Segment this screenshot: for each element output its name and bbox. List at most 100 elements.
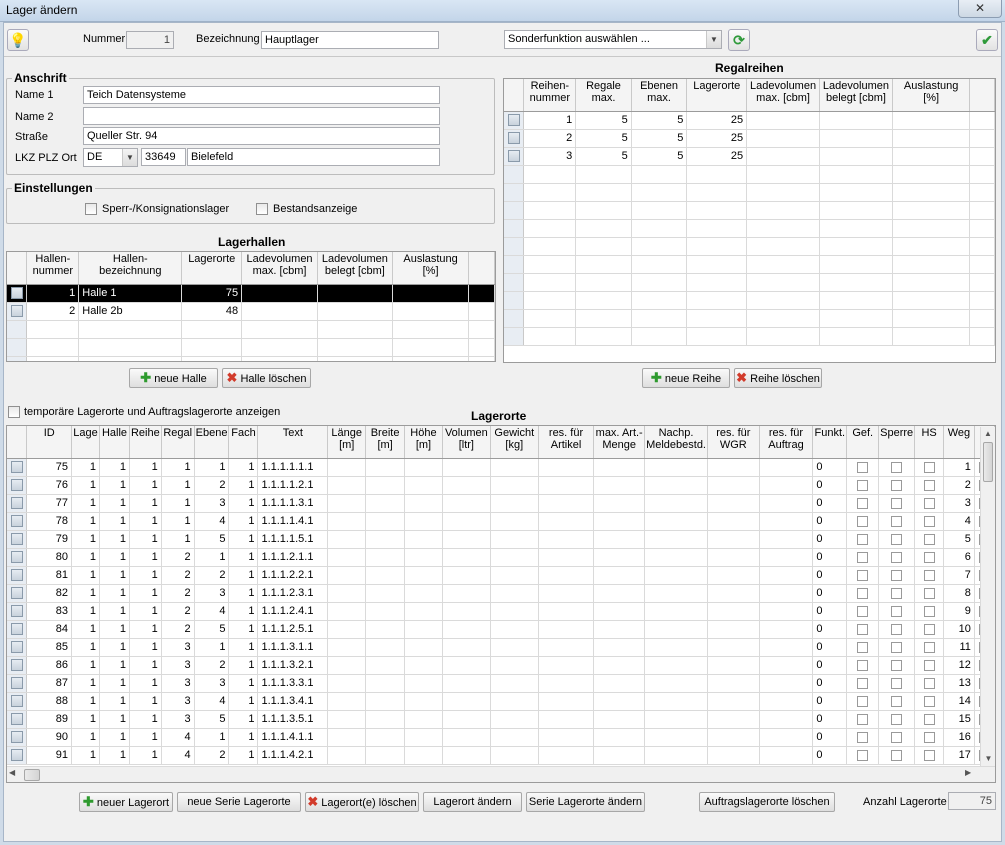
table-cell[interactable]: 5	[575, 129, 632, 148]
table-cell[interactable]: 86	[26, 656, 73, 675]
column-header[interactable]: Lagerorte	[686, 79, 748, 112]
table-cell[interactable]	[490, 602, 539, 621]
table-cell[interactable]	[241, 284, 318, 303]
row-selector[interactable]	[7, 284, 28, 303]
table-cell[interactable]	[686, 273, 748, 292]
table-cell[interactable]: 3	[161, 638, 195, 657]
table-cell[interactable]: 1	[99, 620, 130, 639]
table-cell[interactable]: 1	[194, 728, 230, 747]
table-cell[interactable]	[392, 284, 470, 303]
table-cell[interactable]	[707, 746, 760, 765]
table-cell[interactable]	[404, 458, 443, 477]
table-cell[interactable]	[442, 476, 491, 495]
row-selector[interactable]	[504, 327, 525, 346]
table-cell[interactable]	[644, 710, 708, 729]
hs-checkbox[interactable]	[923, 605, 935, 617]
table-cell[interactable]	[365, 530, 406, 549]
table-cell[interactable]: 1	[71, 548, 100, 567]
gef-checkbox[interactable]	[857, 515, 869, 527]
table-cell[interactable]	[538, 710, 595, 729]
table-cell[interactable]: 1.1.1.1.5.1	[257, 530, 329, 549]
funkt-cell[interactable]: 0	[812, 746, 848, 765]
weg-cell[interactable]: 13	[943, 674, 975, 693]
table-cell[interactable]: 5	[631, 147, 688, 166]
column-header[interactable]: Volumen [ltr]	[442, 426, 491, 459]
table-cell[interactable]: 1	[99, 458, 130, 477]
column-header[interactable]: Ladevolumen belegt [cbm]	[317, 252, 393, 285]
table-cell[interactable]	[181, 356, 243, 361]
table-cell[interactable]: 1	[228, 638, 259, 657]
table-cell[interactable]	[523, 165, 577, 184]
table-cell[interactable]	[593, 728, 646, 747]
column-header[interactable]: Weg	[943, 426, 975, 459]
table-cell[interactable]: 1	[71, 656, 100, 675]
table-cell[interactable]: 90	[26, 728, 73, 747]
table-cell[interactable]	[538, 566, 595, 585]
table-cell[interactable]	[392, 338, 470, 357]
table-cell[interactable]: 1	[99, 746, 130, 765]
table-cell[interactable]: 1	[71, 458, 100, 477]
table-cell[interactable]	[490, 512, 539, 531]
column-header[interactable]: Fach	[228, 426, 259, 459]
row-selector[interactable]	[504, 273, 525, 292]
table-cell[interactable]: 2	[161, 602, 195, 621]
table-cell[interactable]	[892, 183, 971, 202]
table-cell[interactable]	[327, 530, 367, 549]
table-cell[interactable]	[442, 728, 491, 747]
table-row[interactable]: 86 1 1 1 3 2 1 1.1.1.3.2.1 0 12	[7, 656, 995, 675]
table-cell[interactable]	[759, 494, 814, 513]
table-row[interactable]: 1 Halle 1 75	[7, 284, 495, 303]
table-cell[interactable]	[819, 237, 893, 256]
table-cell[interactable]	[631, 237, 688, 256]
column-header[interactable]: Auslastung [%]	[392, 252, 470, 285]
table-cell[interactable]: 1	[99, 710, 130, 729]
table-cell[interactable]	[759, 710, 814, 729]
auftragslagerorte-loeschen-button[interactable]: Auftragslagerorte löschen	[699, 792, 835, 812]
weg-cell[interactable]: 17	[943, 746, 975, 765]
table-cell[interactable]: 1	[129, 638, 162, 657]
table-cell[interactable]	[593, 458, 646, 477]
table-cell[interactable]	[317, 320, 393, 339]
hs-checkbox[interactable]	[923, 659, 935, 671]
table-cell[interactable]	[327, 602, 367, 621]
table-cell[interactable]: 1	[228, 656, 259, 675]
table-cell[interactable]: 1	[161, 512, 195, 531]
table-cell[interactable]	[575, 309, 632, 328]
table-cell[interactable]	[593, 548, 646, 567]
table-cell[interactable]	[317, 284, 393, 303]
column-header[interactable]: Gef.	[846, 426, 880, 459]
table-cell[interactable]: 1	[228, 494, 259, 513]
sperre-checkbox[interactable]	[891, 713, 903, 725]
table-cell[interactable]: 1	[161, 530, 195, 549]
table-cell[interactable]: 1	[99, 602, 130, 621]
table-cell[interactable]: 1	[129, 728, 162, 747]
table-row[interactable]: 89 1 1 1 3 5 1 1.1.1.3.5.1 0 15	[7, 710, 995, 729]
table-cell[interactable]: 1	[129, 692, 162, 711]
table-cell[interactable]: 1.1.1.3.2.1	[257, 656, 329, 675]
table-cell[interactable]	[78, 356, 183, 361]
row-selector[interactable]	[504, 201, 525, 220]
table-cell[interactable]	[575, 201, 632, 220]
row-selector[interactable]	[504, 255, 525, 274]
table-cell[interactable]	[746, 273, 821, 292]
table-row[interactable]: 87 1 1 1 3 3 1 1.1.1.3.3.1 0 13	[7, 674, 995, 693]
name2-field[interactable]	[83, 107, 440, 125]
lagerort-aendern-button[interactable]: Lagerort ändern	[423, 792, 522, 812]
weg-cell[interactable]: 12	[943, 656, 975, 675]
table-cell[interactable]: 2	[523, 129, 577, 148]
table-cell[interactable]: 1	[99, 476, 130, 495]
column-header[interactable]: Länge [m]	[327, 426, 367, 459]
scroll-up-icon[interactable]: ▲	[981, 427, 995, 441]
table-cell[interactable]	[327, 674, 367, 693]
table-cell[interactable]: 4	[161, 746, 195, 765]
table-cell[interactable]	[892, 327, 971, 346]
table-cell[interactable]	[538, 674, 595, 693]
column-header[interactable]: Hallen- bezeichnung	[78, 252, 183, 285]
column-header[interactable]: Höhe [m]	[404, 426, 443, 459]
table-cell[interactable]: 81	[26, 566, 73, 585]
row-selector[interactable]	[7, 710, 28, 729]
row-selector[interactable]	[7, 458, 28, 477]
gef-checkbox[interactable]	[857, 605, 869, 617]
row-selector[interactable]	[7, 692, 28, 711]
table-cell[interactable]: 1	[71, 512, 100, 531]
